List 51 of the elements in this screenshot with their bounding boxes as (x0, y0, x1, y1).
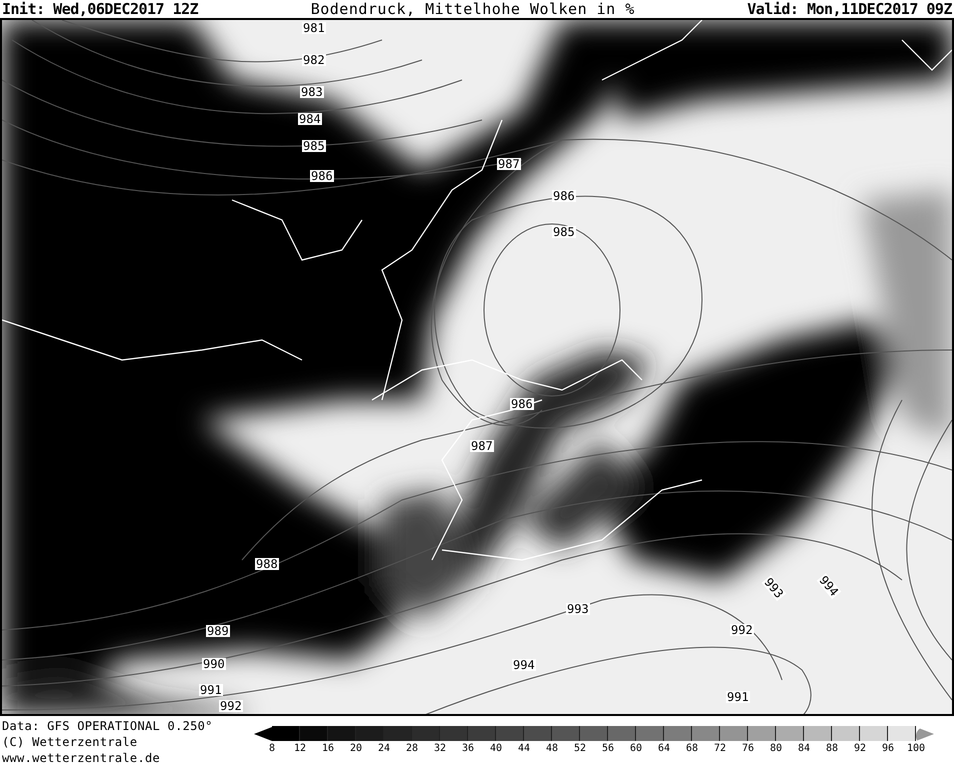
scale-tick-label: 92 (852, 743, 868, 756)
scale-tick-label: 84 (796, 743, 812, 756)
isobar-label: 990 (202, 658, 226, 670)
scale-tick-label: 64 (656, 743, 672, 756)
isobar-label: 986 (510, 398, 534, 410)
scale-tick-label: 8 (268, 743, 276, 756)
isobar-label: 985 (302, 140, 326, 152)
scale-tick-label: 88 (824, 743, 840, 756)
scale-tick-label: 56 (600, 743, 616, 756)
scale-tick-label: 16 (320, 743, 336, 756)
scale-tick-label: 40 (488, 743, 504, 756)
scale-tick-label: 100 (906, 743, 926, 756)
scale-tick-label: 72 (712, 743, 728, 756)
isobar-label: 989 (206, 625, 230, 637)
isobar-label: 991 (726, 691, 750, 703)
scale-tick-label: 36 (460, 743, 476, 756)
scale-tick-label: 96 (880, 743, 896, 756)
isobar-label: 984 (298, 113, 322, 125)
isobar-label: 992 (730, 624, 754, 636)
scale-tick-label: 28 (404, 743, 420, 756)
scale-tick-label: 80 (768, 743, 784, 756)
scale-tick-label: 48 (544, 743, 560, 756)
isobar-label: 986 (552, 190, 576, 202)
isobar-label: 985 (552, 226, 576, 238)
isobar-label: 986 (310, 170, 334, 182)
isobar-label: 982 (302, 54, 326, 66)
isobar-label: 983 (300, 86, 324, 98)
isobar-label: 994 (512, 659, 536, 671)
scale-tick-label: 52 (572, 743, 588, 756)
isobar-label: 991 (199, 684, 223, 696)
credit-text: Data: GFS OPERATIONAL 0.250° (2, 718, 214, 734)
valid-time-label: Valid: Mon,11DEC2017 09Z (747, 0, 952, 18)
credit-text: (C) Wetterzentrale (2, 734, 138, 750)
chart-title: Bodendruck, Mittelhohe Wolken in % (310, 0, 635, 18)
scale-tick-label: 12 (292, 743, 308, 756)
isobar-label: 987 (497, 158, 521, 170)
scale-tick-label: 44 (516, 743, 532, 756)
scale-tick-label: 60 (628, 743, 644, 756)
scale-tick-label: 68 (684, 743, 700, 756)
credit-text: www.wetterzentrale.de (2, 750, 162, 766)
isobar-label: 992 (219, 700, 243, 712)
isobar-label: 981 (302, 22, 326, 34)
init-time-label: Init: Wed,06DEC2017 12Z (2, 0, 198, 18)
scale-tick-label: 76 (740, 743, 756, 756)
isobar-label: 993 (566, 603, 590, 615)
scale-tick-label: 32 (432, 743, 448, 756)
scale-tick-label: 20 (348, 743, 364, 756)
scale-tick-label: 24 (376, 743, 392, 756)
scale-high-arrow (916, 726, 934, 741)
isobar-label: 987 (470, 440, 494, 452)
isobar-label: 988 (255, 558, 279, 570)
